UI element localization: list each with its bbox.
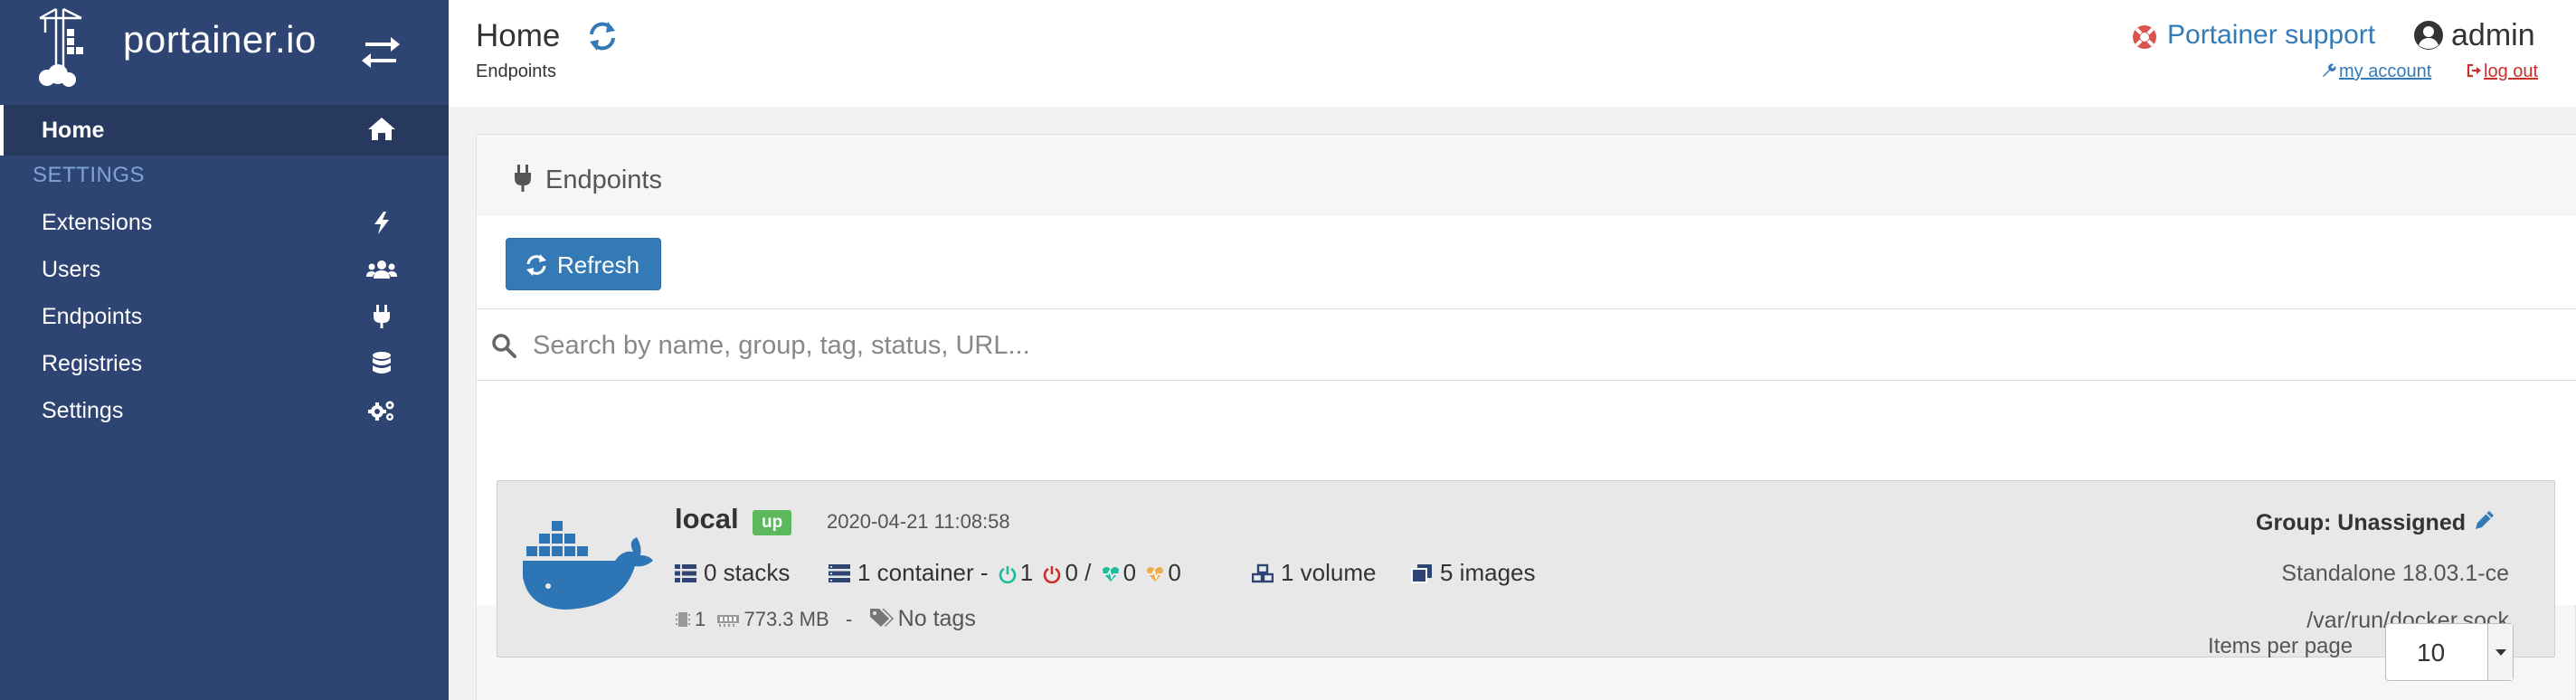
power-on-icon [999,566,1017,583]
endpoint-name: local [675,503,739,534]
sidebar-item-extensions[interactable]: Extensions [0,199,449,246]
running-count: 1 [1019,559,1034,586]
stacks-label: 0 stacks [704,559,791,586]
page-title: Home [476,18,561,53]
microchip-icon [676,612,690,627]
plug-icon [374,305,390,328]
database-icon [373,352,391,374]
search-icon [492,334,516,358]
pencil-icon[interactable] [2473,508,2496,532]
portainer-logo-icon [39,7,83,87]
refresh-icon[interactable] [584,18,620,54]
portainer-logo[interactable]: portainer.io [36,5,416,89]
tags-icon [869,609,894,627]
sidebar-item-registries[interactable]: Registries [0,340,449,387]
brand-text: portainer.io [123,18,317,61]
items-per-page-label: Items per page [2208,634,2353,658]
clone-icon [1411,564,1432,583]
refresh-button[interactable]: Refresh [506,238,661,290]
endpoint-item[interactable]: local up 2020-04-21 11:08:58 0 stacks 1 … [497,480,2555,657]
endpoint-type: Standalone 18.03.1-ce [2281,561,2509,586]
panel-title: Endpoints [545,166,662,194]
power-off-icon [1044,566,1061,583]
home-icon [368,118,395,140]
images-count: 5 images [1411,559,1536,587]
sidebar-item-label: Endpoints [42,304,143,329]
my-account-label: my account [2339,61,2432,81]
logout-label: log out [2484,61,2539,81]
logout-link[interactable]: log out [2466,61,2538,82]
chevron-down-icon [2487,624,2513,680]
endpoint-resources: 1 773.3 MB - No tags [675,606,976,632]
settings-heading: SETTINGS [33,163,146,187]
sidebar-item-home[interactable]: Home [0,105,449,156]
sidebar-item-label: Extensions [42,210,153,235]
life-ring-icon [2133,25,2156,49]
endpoint-timestamp: 2020-04-21 11:08:58 [827,510,1010,533]
sign-out-icon [2467,63,2481,78]
containers-summary: 1 container - 1 0 / 0 0 [829,559,1181,587]
volumes-count: 1 volume [1252,559,1377,587]
unhealthy-count: 0 [1168,559,1181,586]
endpoints-panel: Endpoints Refresh Search by name, group,… [476,134,2576,700]
top-bar: Home Endpoints Portainer support admin m… [449,0,2576,107]
healthy-count: 0 [1122,559,1137,586]
sidebar-item-label: Settings [42,398,124,423]
cubes-icon [1252,563,1274,583]
th-list-icon [675,564,696,582]
refresh-button-label: Refresh [557,251,640,279]
panel-body: Refresh local up 2020-04-21 11:08:5 [477,216,2576,657]
support-link[interactable]: Portainer support [2167,20,2375,51]
panel-header: Endpoints [477,135,2576,216]
sidebar-item-endpoints[interactable]: Endpoints [0,293,449,340]
stacks-count: 0 stacks [675,559,790,587]
heartbeat-icon [1102,567,1119,582]
endpoint-group: Group: Unassigned [2256,510,2466,535]
sidebar-item-users[interactable]: Users [0,246,449,293]
tags-label: No tags [897,606,976,631]
sidebar: portainer.io Home SETTINGS Extensions Us… [0,0,449,700]
stopped-count: 0 / [1065,559,1092,586]
bolt-icon [374,212,389,234]
containers-label: 1 container - [857,559,989,586]
items-per-page-value: 10 [2417,639,2446,667]
cpu-count: 1 [695,608,706,630]
heartbeat-warning-icon [1147,567,1164,582]
plug-icon [515,165,531,192]
separator: - [846,608,853,630]
my-account-link[interactable]: my account [2321,61,2431,82]
refresh-icon [526,254,546,276]
search-input[interactable] [533,320,2523,371]
search-bar [477,308,2576,381]
server-icon [829,564,850,582]
memory-icon [717,615,740,627]
items-per-page-select[interactable]: 10 [2385,623,2514,681]
docker-whale-icon [523,521,653,610]
sidebar-item-label: Registries [42,351,143,376]
status-badge: up [753,510,792,535]
sidebar-item-label: Users [42,257,101,282]
user-circle-icon [2414,21,2443,50]
sidebar-item-label: Home [42,118,105,143]
sidebar-item-settings[interactable]: Settings [0,387,449,434]
memory-size: 773.3 MB [743,608,829,630]
brand: portainer.io [0,0,449,107]
images-label: 5 images [1440,559,1536,586]
volumes-label: 1 volume [1281,559,1377,586]
username: admin [2451,18,2535,52]
cogs-icon [368,401,394,421]
wrench-icon [2323,63,2336,77]
breadcrumb: Endpoints [476,61,556,81]
users-icon [366,260,397,279]
arrows-exchange-icon[interactable] [360,34,402,71]
